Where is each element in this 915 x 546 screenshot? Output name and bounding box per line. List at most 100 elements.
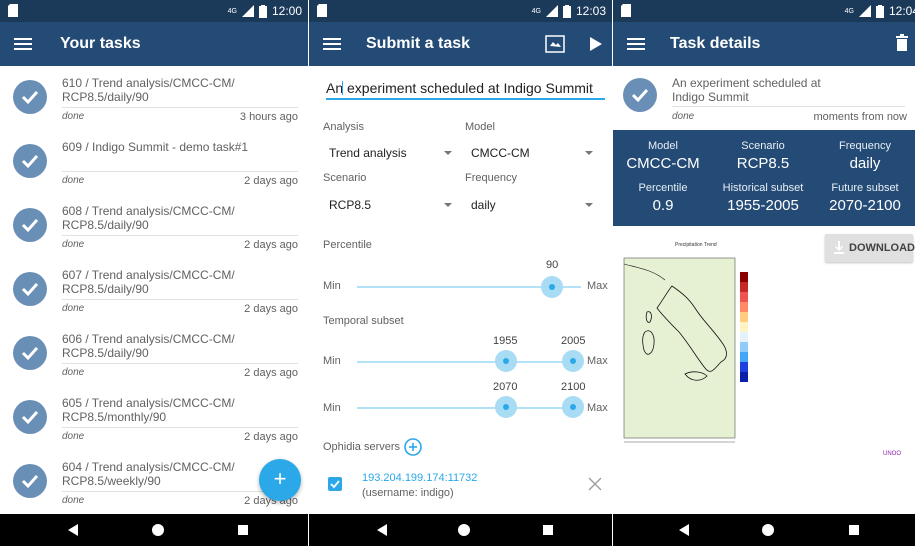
historical-to-value: 2005 — [561, 335, 586, 347]
historical-to-thumb[interactable] — [562, 350, 584, 372]
analysis-select[interactable]: Trend analysis — [329, 146, 407, 160]
battery-icon — [875, 4, 884, 18]
divider — [62, 107, 298, 108]
task-status-badge — [623, 78, 657, 112]
historical-max-label: Max — [587, 355, 608, 367]
analysis-dropdown-icon[interactable] — [444, 151, 452, 155]
task-status-badge — [13, 400, 47, 434]
percentile-min-label: Min — [323, 280, 341, 292]
task-time: 2 days ago — [244, 303, 298, 315]
model-select[interactable]: CMCC-CM — [471, 146, 530, 160]
precipitation-map-image: Precipitation Trend UNOO — [617, 236, 915, 458]
stat-value: 2070-2100 — [829, 197, 901, 214]
play-icon[interactable] — [589, 36, 603, 52]
app-bar: Submit a task — [309, 22, 612, 66]
future-from-thumb[interactable] — [495, 396, 517, 418]
task-status: done — [62, 367, 85, 378]
server-checkbox[interactable] — [328, 477, 342, 491]
task-status: done — [62, 111, 85, 122]
app-bar: Task details — [613, 22, 915, 66]
model-dropdown-icon[interactable] — [585, 151, 593, 155]
recents-icon[interactable] — [236, 523, 250, 537]
server-address: 193.204.199.174:11732 — [362, 472, 478, 484]
map-icon[interactable] — [545, 35, 565, 53]
task-list-item[interactable]: 608 / Trend analysis/CMCC-CM/ RCP8.5/dai… — [0, 196, 308, 260]
stat-value: 0.9 — [652, 197, 674, 214]
submit-task-screen: 4G 12:03 Submit a task An experiment sch… — [309, 0, 612, 546]
percentile-label: Percentile — [323, 239, 372, 251]
stat-value: CMCC-CM — [626, 155, 700, 172]
divider — [62, 171, 298, 172]
analysis-label: Analysis — [323, 121, 364, 133]
future-min-label: Min — [323, 402, 341, 414]
stat-label: Historical subset — [722, 182, 804, 194]
task-title: 606 / Trend analysis/CMCC-CM/ RCP8.5/dai… — [62, 332, 235, 360]
menu-icon[interactable] — [14, 35, 32, 53]
download-button[interactable]: DOWNLOAD — [825, 234, 915, 262]
recents-icon[interactable] — [541, 523, 555, 537]
back-icon[interactable] — [375, 523, 389, 537]
task-title: 609 / Indigo Summit - demo task#1 — [62, 140, 249, 154]
network-label: 4G — [844, 7, 854, 15]
add-server-icon[interactable] — [404, 438, 422, 456]
precipitation-map: Precipitation Trend UNOO — [623, 242, 901, 457]
divider — [62, 235, 298, 236]
status-time: 12:04 — [888, 4, 915, 18]
task-name-input[interactable]: An experiment scheduled at Indigo Summit — [326, 78, 605, 100]
remove-server-icon[interactable] — [588, 477, 602, 491]
navigation-bar — [613, 514, 915, 546]
task-title: 610 / Trend analysis/CMCC-CM/ RCP8.5/dai… — [62, 76, 235, 104]
future-to-thumb[interactable] — [562, 396, 584, 418]
frequency-dropdown-icon[interactable] — [585, 203, 593, 207]
frequency-select[interactable]: daily — [471, 198, 496, 212]
task-status: done — [62, 175, 85, 186]
task-list-item[interactable]: 610 / Trend analysis/CMCC-CM/ RCP8.5/dai… — [0, 68, 308, 132]
frequency-label: Frequency — [465, 172, 517, 184]
task-status-badge — [13, 80, 47, 114]
download-icon — [834, 241, 844, 254]
task-details-screen: 4G 12:04 Task details An experiment sche… — [613, 0, 915, 546]
task-list-item[interactable]: 607 / Trend analysis/CMCC-CM/ RCP8.5/dai… — [0, 260, 308, 324]
signal-icon — [241, 5, 254, 17]
task-status: done — [672, 111, 695, 122]
tasks-screen: 4G 12:00 Your tasks 610 / Trend analysis… — [0, 0, 308, 546]
scenario-dropdown-icon[interactable] — [444, 203, 452, 207]
task-title: 608 / Trend analysis/CMCC-CM/ RCP8.5/dai… — [62, 204, 235, 232]
signal-icon — [545, 5, 558, 17]
back-icon[interactable] — [677, 523, 691, 537]
task-list-item[interactable]: 605 / Trend analysis/CMCC-CM/ RCP8.5/mon… — [0, 388, 308, 452]
task-time: 3 hours ago — [239, 111, 298, 123]
stat-model: Model CMCC-CM — [613, 140, 713, 172]
menu-icon[interactable] — [627, 35, 645, 53]
menu-icon[interactable] — [323, 35, 341, 53]
task-list-item[interactable]: 609 / Indigo Summit - demo task#1 done 2 d… — [0, 132, 308, 196]
task-status-badge — [13, 208, 47, 242]
task-status: done — [62, 303, 85, 314]
home-icon[interactable] — [457, 523, 471, 537]
task-status-badge — [13, 272, 47, 306]
page-title: Task details — [670, 35, 761, 52]
scenario-select[interactable]: RCP8.5 — [329, 198, 371, 212]
battery-icon — [258, 4, 267, 18]
back-icon[interactable] — [66, 523, 80, 537]
logo-mark: UNOO — [883, 451, 901, 457]
percentile-slider-thumb[interactable] — [541, 276, 563, 298]
task-status-badge — [13, 144, 47, 178]
color-scale — [740, 272, 748, 382]
add-task-button[interactable]: + — [259, 459, 301, 501]
historical-from-thumb[interactable] — [495, 350, 517, 372]
task-status-badge — [13, 336, 47, 370]
task-time: 2 days ago — [244, 367, 298, 379]
task-title: 605 / Trend analysis/CMCC-CM/ RCP8.5/mon… — [62, 396, 235, 424]
network-label: 4G — [531, 7, 541, 15]
home-icon[interactable] — [761, 523, 775, 537]
divider — [62, 299, 298, 300]
future-track — [357, 407, 581, 409]
home-icon[interactable] — [151, 523, 165, 537]
navigation-bar — [309, 514, 612, 546]
delete-icon[interactable] — [895, 34, 909, 52]
recents-icon[interactable] — [847, 523, 861, 537]
task-list-item[interactable]: 606 / Trend analysis/CMCC-CM/ RCP8.5/dai… — [0, 324, 308, 388]
task-title: 607 / Trend analysis/CMCC-CM/ RCP8.5/dai… — [62, 268, 235, 296]
sd-card-icon — [8, 4, 18, 17]
